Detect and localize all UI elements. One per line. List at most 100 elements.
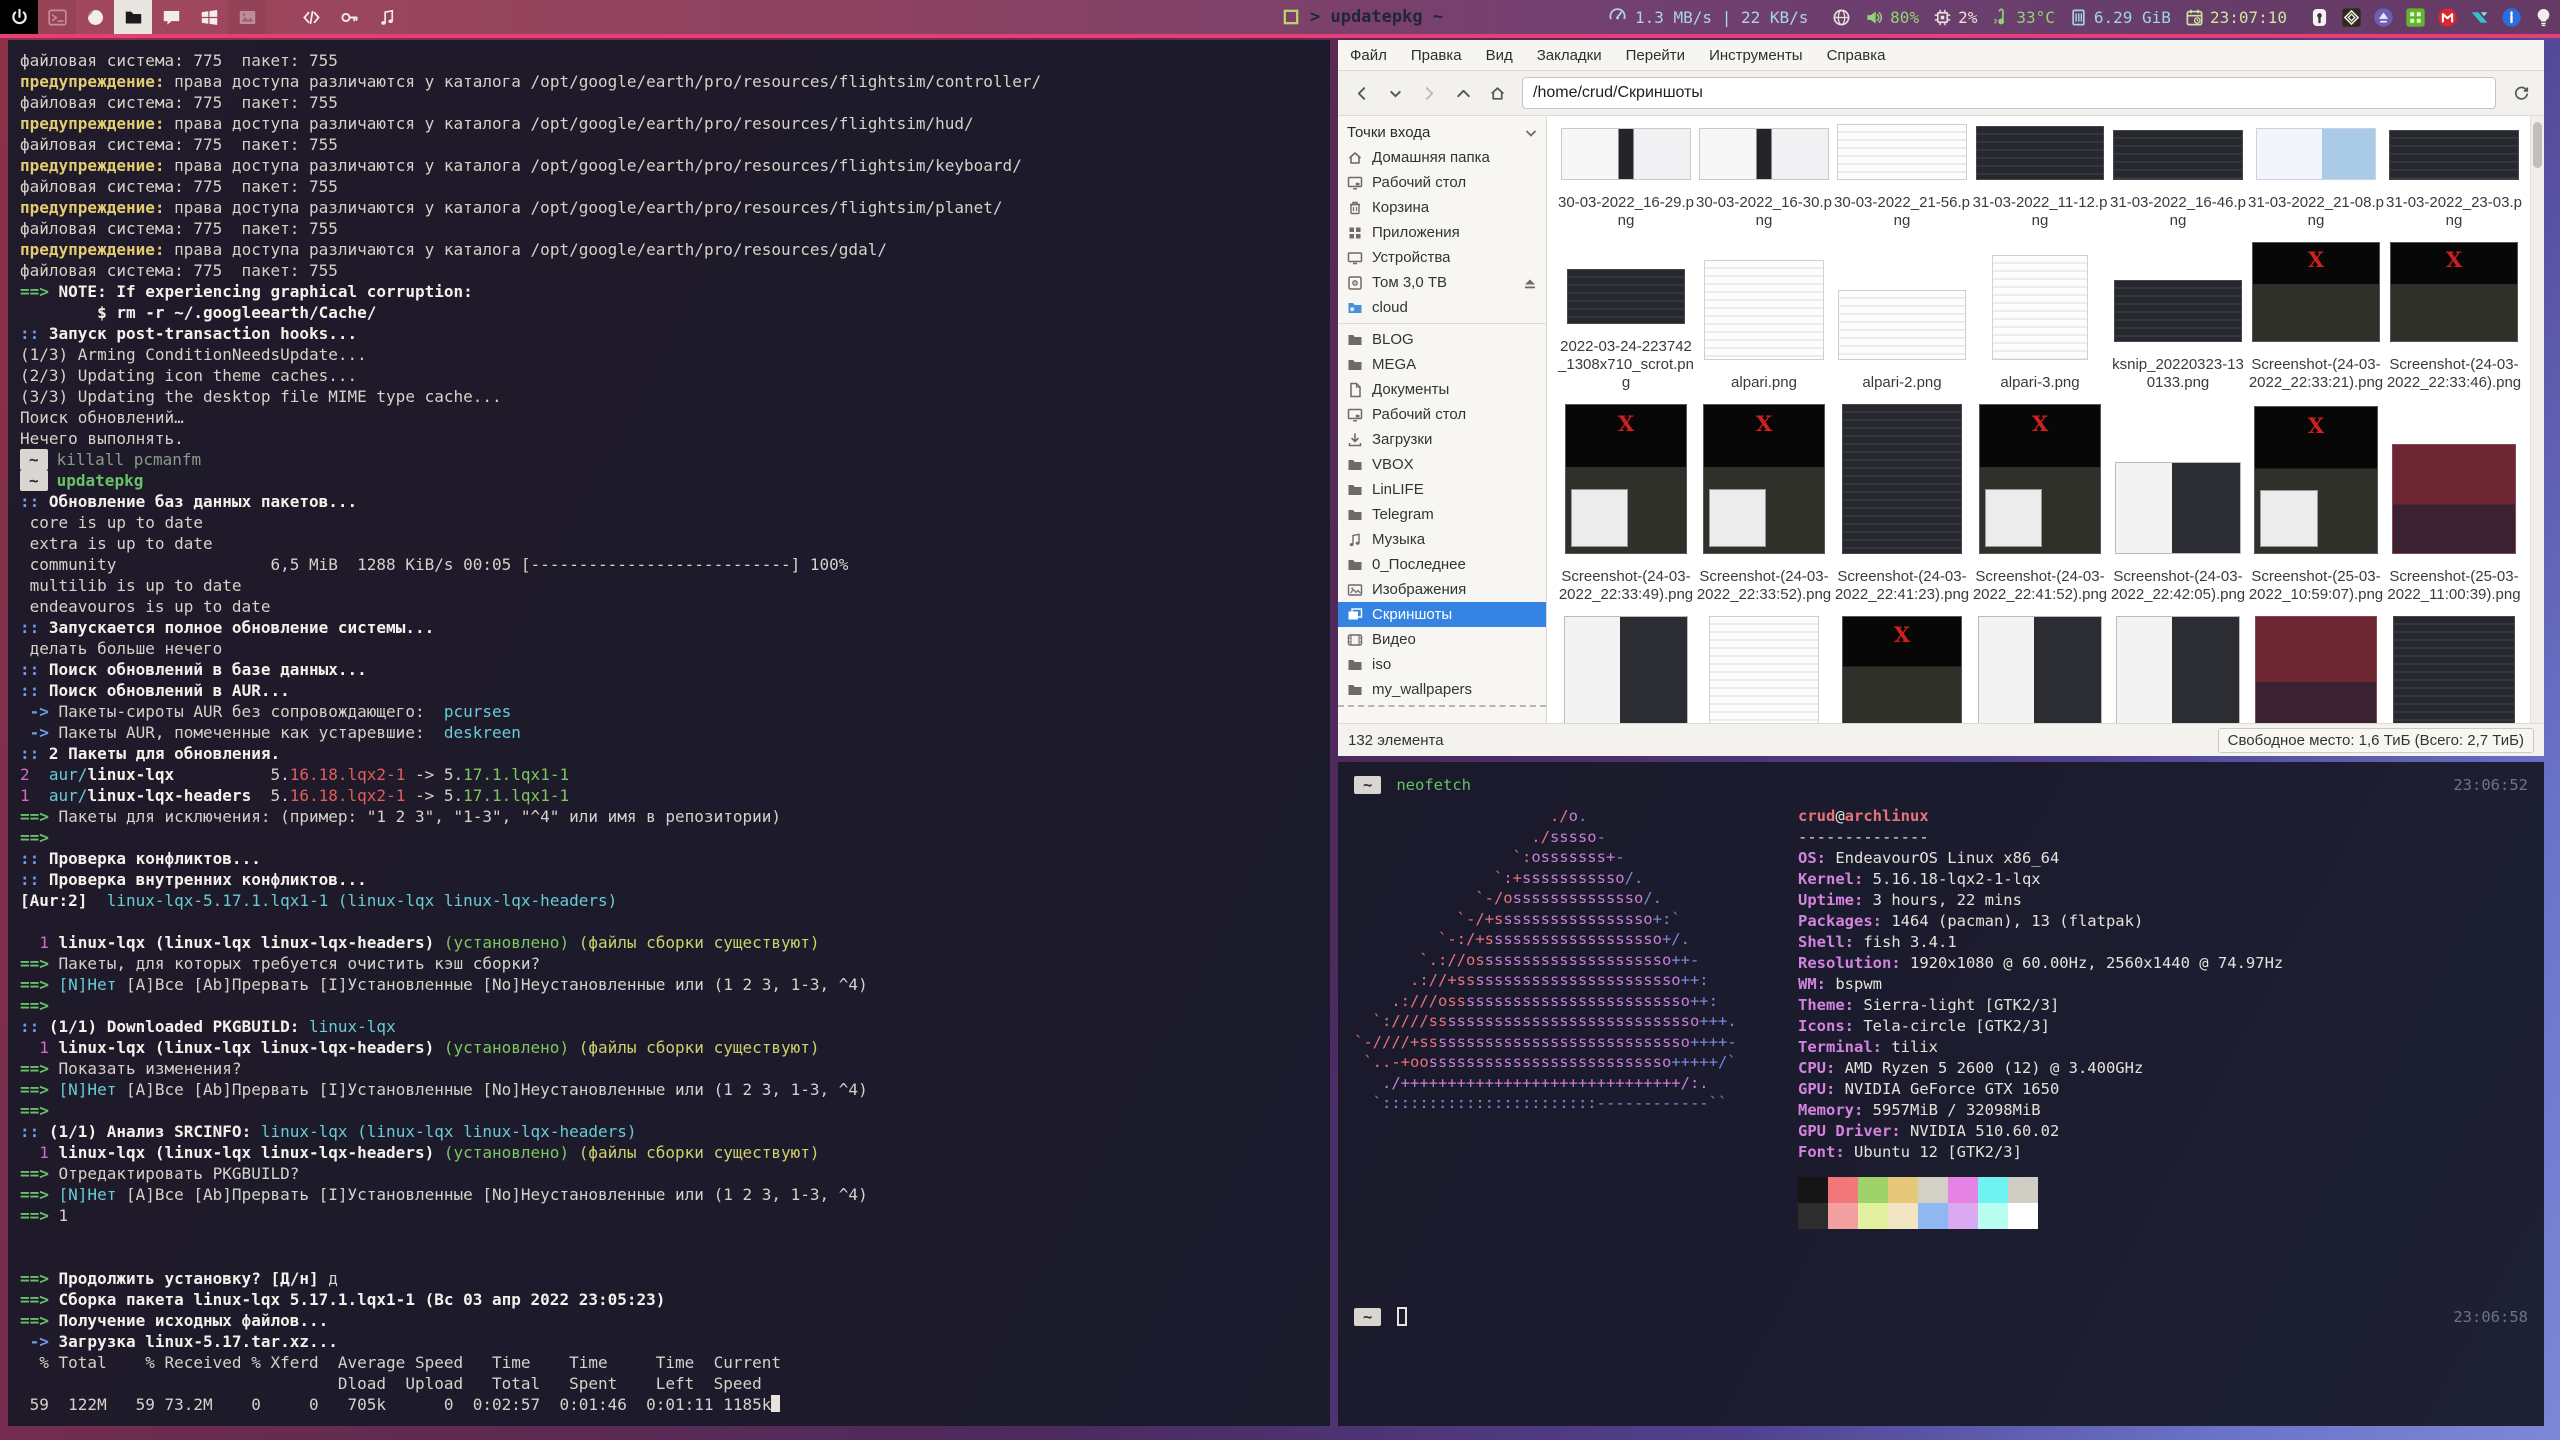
- network-speed-module[interactable]: 1.3 MB/s | 22 KB/s: [1608, 0, 1808, 34]
- memory-module[interactable]: 6.29 GiB: [2069, 8, 2171, 27]
- file-item[interactable]: Screenshot-(24-03-2022_22:33:52).png: [1695, 404, 1833, 616]
- neofetch-info-line: Packages: 1464 (pacman), 13 (flatpak): [1798, 911, 2283, 932]
- tray-shield-icon[interactable]: [2309, 7, 2330, 28]
- tray-mega-icon[interactable]: [2437, 7, 2458, 28]
- sidebar-item-19[interactable]: Скриншоты: [1338, 602, 1546, 627]
- sidebar-item-5[interactable]: Том 3,0 ТВ: [1338, 270, 1546, 295]
- workspace-music-icon[interactable]: [368, 0, 406, 34]
- file-item[interactable]: [1557, 616, 1695, 723]
- file-item[interactable]: 31-03-2022_16-46.png: [2109, 124, 2247, 242]
- file-item[interactable]: Screenshot-(24-03-2022_22:33:49).png: [1557, 404, 1695, 616]
- sidebar-header[interactable]: Точки входа: [1338, 120, 1546, 145]
- file-item[interactable]: Screenshot-(24-03-2022_22:41:23).png: [1833, 404, 1971, 616]
- sidebar-item-11[interactable]: Рабочий стол: [1338, 402, 1546, 427]
- cpu-module[interactable]: 2%: [1933, 8, 1977, 27]
- file-item[interactable]: Screenshot-(24-03-2022_22:42:05).png: [2109, 404, 2247, 616]
- sidebar-item-1[interactable]: Рабочий стол: [1338, 170, 1546, 195]
- file-item[interactable]: Screenshot-(24-03-2022_22:33:46).png: [2385, 242, 2523, 404]
- path-bar[interactable]: /home/crud/Скриншоты: [1522, 77, 2496, 109]
- sidebar-item-17[interactable]: 0_Последнее: [1338, 552, 1546, 577]
- file-item[interactable]: 31-03-2022_21-08.png: [2247, 124, 2385, 242]
- sidebar-item-12[interactable]: Загрузки: [1338, 427, 1546, 452]
- sidebar-item-4[interactable]: Устройства: [1338, 245, 1546, 270]
- file-item[interactable]: Screenshot-(24-03-2022_22:33:21).png: [2247, 242, 2385, 404]
- workspace-power-icon[interactable]: [0, 0, 38, 34]
- back-button[interactable]: [1346, 78, 1376, 108]
- scrollbar-thumb[interactable]: [2533, 122, 2542, 168]
- workspace-key-icon[interactable]: [330, 0, 368, 34]
- up-button[interactable]: [1448, 78, 1478, 108]
- sidebar-item-21[interactable]: iso: [1338, 652, 1546, 677]
- home-button[interactable]: [1482, 78, 1512, 108]
- workspace-firefox-icon[interactable]: [76, 0, 114, 34]
- volume-module[interactable]: 80%: [1865, 8, 1919, 27]
- file-item[interactable]: alpari-3.png: [1971, 242, 2109, 404]
- menu-item-3[interactable]: Закладки: [1537, 47, 1602, 64]
- terminal-updatepkg[interactable]: файловая система: 775 пакет: 755предупре…: [8, 40, 1330, 1426]
- file-item[interactable]: [1971, 616, 2109, 723]
- sidebar-item-14[interactable]: LinLIFE: [1338, 477, 1546, 502]
- eject-icon[interactable]: [1522, 275, 1537, 291]
- file-item[interactable]: 30-03-2022_16-30.png: [1695, 124, 1833, 242]
- menu-item-6[interactable]: Справка: [1827, 47, 1886, 64]
- tray-bulb-icon[interactable]: [2533, 7, 2554, 28]
- terminal-line: 2 aur/linux-lqx 5.16.18.lqx2-1 -> 5.17.1…: [20, 764, 1330, 785]
- file-item[interactable]: 30-03-2022_16-29.png: [1557, 124, 1695, 242]
- network-globe-module[interactable]: [1832, 8, 1851, 27]
- tray-arrow-up-circle-icon[interactable]: [2373, 7, 2394, 28]
- sidebar-item-13[interactable]: VBOX: [1338, 452, 1546, 477]
- history-dropdown-button[interactable]: [1380, 78, 1410, 108]
- file-item[interactable]: [2385, 616, 2523, 723]
- file-item[interactable]: Screenshot-(25-03-2022_10:59:07).png: [2247, 404, 2385, 616]
- sidebar-item-18[interactable]: Изображения: [1338, 577, 1546, 602]
- menu-item-4[interactable]: Перейти: [1626, 47, 1685, 64]
- file-item[interactable]: Screenshot-(24-03-2022_22:41:52).png: [1971, 404, 2109, 616]
- terminal-line: 1 linux-lqx (linux-lqx linux-lqx-headers…: [20, 1037, 1330, 1058]
- sidebar-item-6[interactable]: cloud: [1338, 295, 1546, 320]
- file-thumbnail: [1976, 126, 2104, 180]
- sidebar-item-8[interactable]: BLOG: [1338, 327, 1546, 352]
- sidebar-item-20[interactable]: Видео: [1338, 627, 1546, 652]
- workspace-folder-icon[interactable]: [114, 0, 152, 34]
- file-list-scrollbar[interactable]: [2530, 116, 2544, 723]
- terminal-neofetch[interactable]: ~ neofetch 23:06:52 ./o. ./sssso- `:osss…: [1338, 762, 2544, 1426]
- sidebar-item-15[interactable]: Telegram: [1338, 502, 1546, 527]
- menu-item-1[interactable]: Правка: [1411, 47, 1462, 64]
- tray-info-icon[interactable]: [2501, 7, 2522, 28]
- menu-item-5[interactable]: Инструменты: [1709, 47, 1803, 64]
- clock-module[interactable]: 23:07:10: [2185, 8, 2287, 27]
- tray-teal-triangle-icon[interactable]: [2469, 7, 2490, 28]
- workspace-windows-icon[interactable]: [190, 0, 228, 34]
- file-item[interactable]: alpari-2.png: [1833, 242, 1971, 404]
- sidebar-item-22[interactable]: my_wallpapers: [1338, 677, 1546, 702]
- sidebar-item-3[interactable]: Приложения: [1338, 220, 1546, 245]
- sidebar-item-9[interactable]: MEGA: [1338, 352, 1546, 377]
- sidebar-item-0[interactable]: Домашняя папка: [1338, 145, 1546, 170]
- file-item[interactable]: 31-03-2022_11-12.png: [1971, 124, 2109, 242]
- menu-item-2[interactable]: Вид: [1486, 47, 1513, 64]
- file-item[interactable]: 31-03-2022_23-03.png: [2385, 124, 2523, 242]
- sidebar-item-16[interactable]: Музыка: [1338, 527, 1546, 552]
- sidebar-item-10[interactable]: Документы: [1338, 377, 1546, 402]
- file-item[interactable]: ksnip_20220323-130133.png: [2109, 242, 2247, 404]
- menu-item-0[interactable]: Файл: [1350, 47, 1387, 64]
- file-item[interactable]: [2247, 616, 2385, 723]
- sidebar-item-2[interactable]: Корзина: [1338, 195, 1546, 220]
- file-item[interactable]: Screenshot-(25-03-2022_11:00:39).png: [2385, 404, 2523, 616]
- workspace-terminal-icon[interactable]: [38, 0, 76, 34]
- workspace-image-icon[interactable]: [228, 0, 266, 34]
- forward-button[interactable]: [1414, 78, 1444, 108]
- workspace-chat-icon[interactable]: [152, 0, 190, 34]
- top-bar: > updatepkg ~ 1.3 MB/s | 22 KB/s 80%2%33…: [0, 0, 2560, 38]
- temperature-module[interactable]: 33°C: [1991, 8, 2055, 27]
- file-item[interactable]: 30-03-2022_21-56.png: [1833, 124, 1971, 242]
- tray-green-grid-icon[interactable]: [2405, 7, 2426, 28]
- workspace-code-icon[interactable]: [292, 0, 330, 34]
- file-item[interactable]: alpari.png: [1695, 242, 1833, 404]
- reload-button[interactable]: [2506, 78, 2536, 108]
- file-item[interactable]: [1695, 616, 1833, 723]
- tray-diamond-icon[interactable]: [2341, 7, 2362, 28]
- file-item[interactable]: [1833, 616, 1971, 723]
- file-item[interactable]: [2109, 616, 2247, 723]
- file-item[interactable]: 2022-03-24-223742_1308x710_scrot.png: [1557, 242, 1695, 404]
